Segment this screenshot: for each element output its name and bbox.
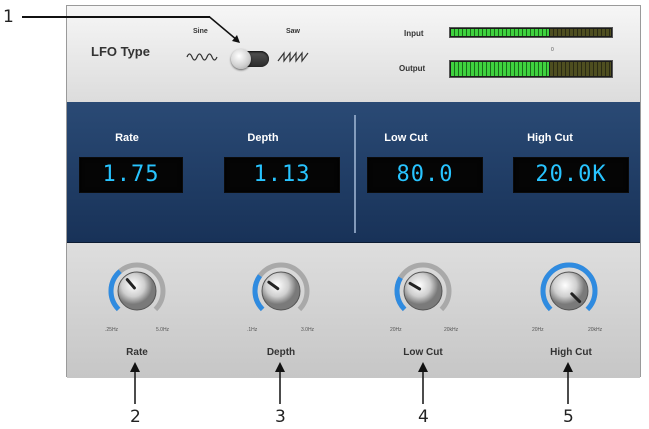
callout-1-arrow (208, 15, 240, 43)
toggle-knob[interactable] (231, 49, 251, 69)
knob-body (403, 271, 443, 311)
rate-knob[interactable] (107, 261, 167, 321)
rate-display[interactable]: 1.75 (79, 157, 183, 193)
depth-knob-max-label: 3.0Hz (301, 327, 315, 333)
rate-knob-max-label: 5.0Hz (156, 327, 170, 333)
depth-display[interactable]: 1.13 (224, 157, 340, 193)
callout-2: 2 (130, 407, 141, 427)
low-cut-knob-label: Low Cut (403, 347, 443, 358)
high-cut-display[interactable]: 20.0K (513, 157, 629, 193)
knob-body (117, 271, 157, 311)
knob-body (261, 271, 301, 311)
depth-knob-min-label: .1Hz (247, 327, 258, 333)
high-cut-display-title: High Cut (527, 132, 573, 144)
input-meter (449, 27, 613, 38)
callout-5: 5 (563, 407, 574, 427)
lfo-type-label: LFO Type (91, 44, 150, 59)
callout-3-arrow (275, 362, 285, 404)
lfo-type-toggle[interactable] (231, 49, 269, 69)
meter-scale-zero: 0 (551, 47, 554, 53)
rate-knob-min-label: .25Hz (105, 327, 119, 333)
saw-label: Saw (286, 28, 301, 35)
rate-knob-label: Rate (126, 347, 148, 358)
depth-knob-label: Depth (266, 347, 296, 358)
knob-level-arc (252, 274, 265, 312)
input-meter-headroom (550, 29, 611, 36)
output-meter-label: Output (399, 64, 426, 73)
high-cut-knob-min-label: 20Hz (532, 327, 544, 333)
low-cut-knob[interactable] (393, 261, 453, 321)
callout-2-arrow (130, 362, 140, 404)
knob-graphic[interactable] (251, 261, 311, 321)
saw-wave-icon (277, 51, 309, 63)
callout-3: 3 (275, 407, 286, 427)
low-cut-knob-max-label: 20kHz (444, 327, 459, 333)
callout-1-line (22, 16, 210, 18)
parameter-displays: Rate 1.75 Depth 1.13 Low Cut 80.0 High C… (67, 102, 640, 243)
callout-4-arrow (418, 362, 428, 404)
depth-display-title: Depth (247, 132, 279, 144)
knob-level-arc (394, 276, 407, 312)
low-cut-display-title: Low Cut (384, 132, 428, 144)
knob-body (549, 271, 589, 311)
callout-5-arrow (563, 362, 573, 404)
high-cut-knob-label: High Cut (550, 347, 592, 358)
lfo-and-meter-bar: LFO Type Sine Saw Input 0 Output (67, 6, 640, 103)
plugin-panel: LFO Type Sine Saw Input 0 Output Rate 1.… (66, 5, 641, 378)
low-cut-display[interactable]: 80.0 (367, 157, 483, 193)
knob-graphic[interactable] (393, 261, 453, 321)
input-meter-label: Input (404, 29, 424, 38)
rate-display-title: Rate (115, 132, 139, 144)
high-cut-knob-max-label: 20kHz (588, 327, 603, 333)
input-meter-fill (451, 29, 550, 36)
output-meter-fill (451, 62, 550, 76)
sine-wave-icon (186, 53, 218, 61)
output-meter-headroom (550, 62, 611, 76)
callout-1: 1 (3, 7, 14, 27)
knob-graphic[interactable] (107, 261, 167, 321)
low-cut-knob-min-label: 20Hz (390, 327, 402, 333)
knob-row: .25Hz 5.0Hz Rate .1Hz 3.0Hz Depth 20Hz 2… (67, 243, 640, 378)
output-meter (449, 60, 613, 78)
knob-graphic[interactable] (539, 261, 599, 321)
depth-knob[interactable] (251, 261, 311, 321)
callout-4: 4 (418, 407, 429, 427)
high-cut-knob[interactable] (539, 261, 599, 321)
